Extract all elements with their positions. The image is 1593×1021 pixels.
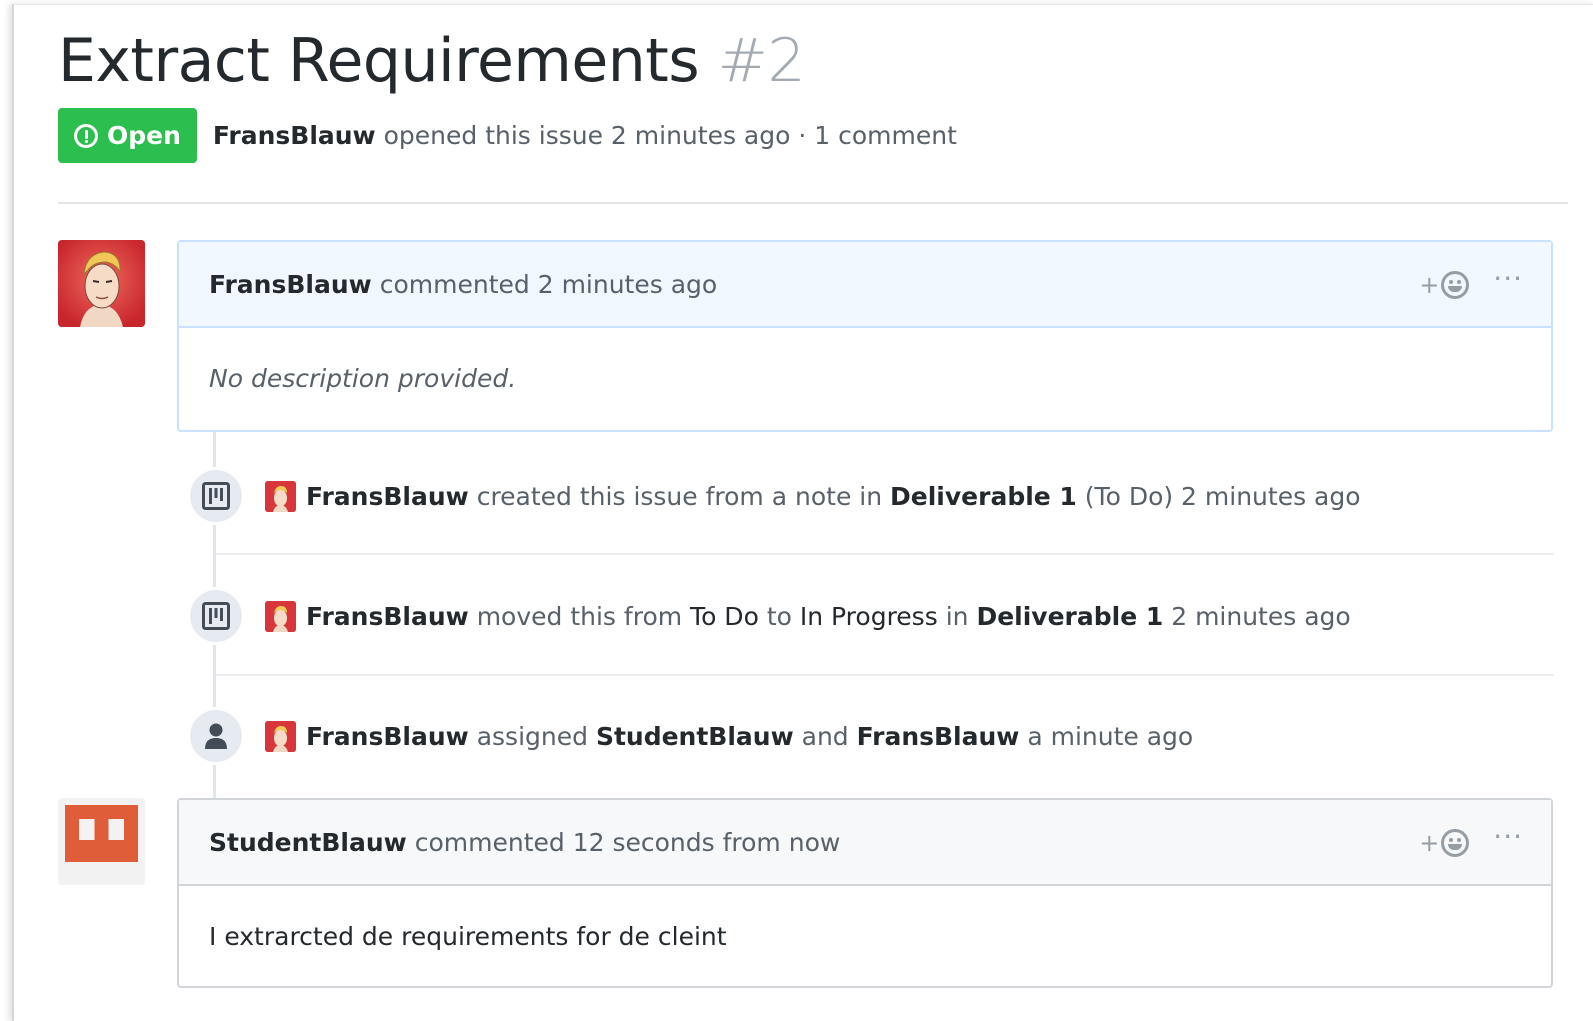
issue-state-label: Open	[107, 121, 181, 150]
event-actor[interactable]: FransBlauw	[306, 602, 469, 631]
comment-2-header: StudentBlauw commented 12 seconds from n…	[179, 800, 1551, 886]
comment-options-button[interactable]: ···	[1493, 823, 1523, 851]
event-text: a minute ago	[1027, 721, 1194, 751]
add-reaction-button[interactable]: +	[1419, 271, 1470, 299]
project-icon	[187, 467, 245, 525]
timeline-event-created-text: FransBlauw created this issue from a not…	[306, 482, 1361, 511]
comment-1-author[interactable]: FransBlauw	[209, 270, 372, 299]
timeline-separator	[216, 674, 1554, 676]
comment-options-button[interactable]: ···	[1493, 265, 1523, 293]
comment-1: FransBlauw commented 2 minutes ago + ···…	[177, 240, 1553, 432]
event-actor[interactable]: FransBlauw	[306, 482, 469, 511]
person-icon-svg	[205, 723, 227, 749]
event-text: in	[945, 601, 969, 631]
timeline-separator	[216, 553, 1554, 555]
event-text: to	[766, 601, 792, 631]
comment-2-body: I extrarcted de requirements for de clei…	[209, 921, 727, 951]
project-icon	[187, 587, 245, 645]
project-link[interactable]: Deliverable 1	[976, 602, 1163, 631]
identicon-image	[58, 798, 145, 885]
mini-avatar-fransblauw[interactable]	[265, 600, 296, 632]
issue-opened-detail: opened this issue 2 minutes ago · 1 comm…	[383, 121, 957, 150]
comment-2: StudentBlauw commented 12 seconds from n…	[177, 798, 1553, 988]
reaction-plus: +	[1419, 271, 1440, 299]
avatar-studentblauw[interactable]	[58, 798, 145, 885]
avatar-fransblauw[interactable]	[58, 240, 145, 327]
column-to: In Progress	[799, 601, 938, 631]
mini-avatar-fransblauw[interactable]	[265, 720, 296, 752]
mini-avatar-image	[265, 600, 296, 632]
project-icon-svg	[202, 602, 230, 630]
timeline-event-assigned: FransBlauw assigned StudentBlauw and Fra…	[187, 706, 1554, 766]
issue-title: Extract Requirements #2	[58, 26, 806, 96]
issue-author-link[interactable]: FransBlauw	[213, 121, 376, 150]
comment-1-body: No description provided.	[209, 363, 517, 393]
timeline-event-assigned-text: FransBlauw assigned StudentBlauw and Fra…	[306, 722, 1193, 751]
event-text: (To Do) 2 minutes ago	[1084, 481, 1361, 511]
mini-avatar-image	[265, 720, 296, 752]
event-text: moved this from	[476, 601, 683, 631]
project-icon-svg	[202, 482, 230, 510]
avatar-fransblauw-image	[58, 240, 145, 327]
header-divider	[58, 202, 1568, 204]
event-text: created this issue from a note in	[476, 481, 883, 511]
assignee-link[interactable]: StudentBlauw	[596, 722, 794, 751]
mini-avatar-fransblauw[interactable]	[265, 480, 296, 512]
event-actor[interactable]: FransBlauw	[306, 722, 469, 751]
timeline-event-moved-text: FransBlauw moved this from To Do to In P…	[306, 602, 1351, 631]
issue-number: #2	[717, 26, 806, 96]
issue-opened-text: FransBlauw opened this issue 2 minutes a…	[213, 121, 957, 150]
issue-opened-icon	[74, 123, 98, 148]
comment-2-timestamp[interactable]: commented 12 seconds from now	[415, 828, 841, 857]
issue-title-text: Extract Requirements	[58, 26, 700, 96]
event-text: 2 minutes ago	[1171, 601, 1351, 631]
event-text: and	[801, 721, 849, 751]
smiley-icon	[1441, 829, 1470, 857]
comment-2-author[interactable]: StudentBlauw	[209, 828, 407, 857]
reaction-plus: +	[1419, 829, 1440, 857]
project-link[interactable]: Deliverable 1	[890, 482, 1077, 511]
issue-meta: Open FransBlauw opened this issue 2 minu…	[58, 108, 957, 163]
mini-avatar-image	[265, 480, 296, 512]
event-text: assigned	[476, 721, 588, 751]
column-from: To Do	[690, 601, 759, 631]
assignee-link[interactable]: FransBlauw	[857, 722, 1020, 751]
timeline-event-created: FransBlauw created this issue from a not…	[187, 466, 1554, 526]
timeline-event-moved: FransBlauw moved this from To Do to In P…	[187, 586, 1554, 646]
comment-1-header: FransBlauw commented 2 minutes ago + ···	[179, 242, 1551, 328]
issue-state-badge: Open	[58, 108, 197, 163]
smiley-icon	[1441, 271, 1470, 299]
comment-2-tools: + ···	[1419, 800, 1523, 886]
add-reaction-button[interactable]: +	[1419, 829, 1470, 857]
person-icon	[187, 707, 245, 765]
comment-1-tools: + ···	[1419, 242, 1523, 328]
comment-1-timestamp[interactable]: commented 2 minutes ago	[380, 270, 717, 299]
